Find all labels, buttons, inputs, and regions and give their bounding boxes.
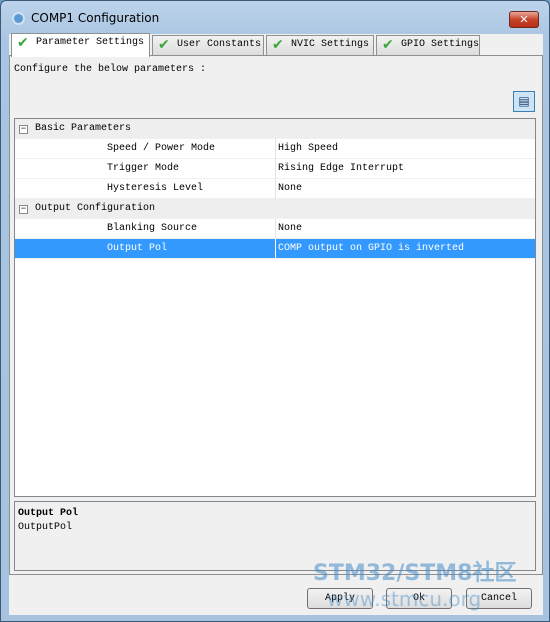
table-row[interactable]: Blanking Source None: [15, 219, 535, 239]
description-title: Output Pol: [18, 508, 79, 519]
tab-label: NVIC Settings: [291, 39, 370, 50]
param-value[interactable]: High Speed: [275, 139, 338, 159]
tab-user-constants[interactable]: ✔ User Constants: [152, 35, 264, 56]
client-area: ✔ Parameter Settings ✔ User Constants ✔ NVI…: [9, 33, 543, 615]
close-button[interactable]: ✕: [509, 11, 539, 28]
param-value[interactable]: Rising Edge Interrupt: [275, 159, 404, 179]
check-icon: ✔: [158, 37, 170, 53]
collapse-icon[interactable]: −: [19, 205, 28, 214]
table-row[interactable]: Hysteresis Level None: [15, 179, 535, 199]
check-icon: ✔: [382, 37, 394, 53]
intro-text: Configure the below parameters :: [14, 64, 207, 75]
group-label: Output Configuration: [35, 203, 156, 214]
cancel-button[interactable]: Cancel: [466, 588, 532, 609]
param-name: Blanking Source: [107, 223, 198, 234]
group-basic-parameters[interactable]: − Basic Parameters: [15, 119, 535, 139]
table-row[interactable]: Trigger Mode Rising Edge Interrupt: [15, 159, 535, 179]
param-value[interactable]: COMP output on GPIO is inverted: [275, 239, 464, 259]
parameter-panel: Configure the below parameters : ▤ − Bas…: [9, 55, 543, 575]
group-label: Basic Parameters: [35, 123, 132, 134]
tab-label: GPIO Settings: [401, 39, 480, 50]
check-icon: ✔: [17, 35, 29, 51]
table-row[interactable]: Speed / Power Mode High Speed: [15, 139, 535, 159]
param-value[interactable]: None: [275, 219, 302, 239]
param-name: Trigger Mode: [107, 163, 180, 174]
param-name: Hysteresis Level: [107, 183, 204, 194]
ok-button[interactable]: Ok: [386, 588, 452, 609]
param-value[interactable]: None: [275, 179, 302, 199]
list-view-button[interactable]: ▤: [513, 91, 535, 112]
tab-parameter-settings[interactable]: ✔ Parameter Settings: [11, 33, 150, 57]
tab-label: Parameter Settings: [36, 37, 145, 48]
collapse-icon[interactable]: −: [19, 125, 28, 134]
group-output-configuration[interactable]: − Output Configuration: [15, 199, 535, 219]
window-title: COMP1 Configuration: [31, 11, 160, 25]
list-icon: ▤: [518, 94, 530, 108]
close-icon: ✕: [519, 13, 529, 26]
description-text: OutputPol: [18, 522, 73, 533]
description-box: Output Pol OutputPol: [14, 501, 536, 571]
tab-nvic-settings[interactable]: ✔ NVIC Settings: [266, 35, 374, 56]
tab-gpio-settings[interactable]: ✔ GPIO Settings: [376, 35, 480, 56]
check-icon: ✔: [272, 37, 284, 53]
param-name: Speed / Power Mode: [107, 143, 216, 154]
app-icon: [12, 12, 25, 25]
table-row-selected[interactable]: Output Pol COMP output on GPIO is inverte…: [15, 239, 535, 259]
param-name: Output Pol: [107, 243, 168, 254]
apply-button[interactable]: Apply: [307, 588, 373, 609]
dialog-window: COMP1 Configuration ✕ ✔ Parameter Setting…: [0, 0, 550, 622]
tab-label: User Constants: [177, 39, 262, 50]
parameter-table: − Basic Parameters Speed / Power Mode Hig…: [14, 118, 536, 497]
